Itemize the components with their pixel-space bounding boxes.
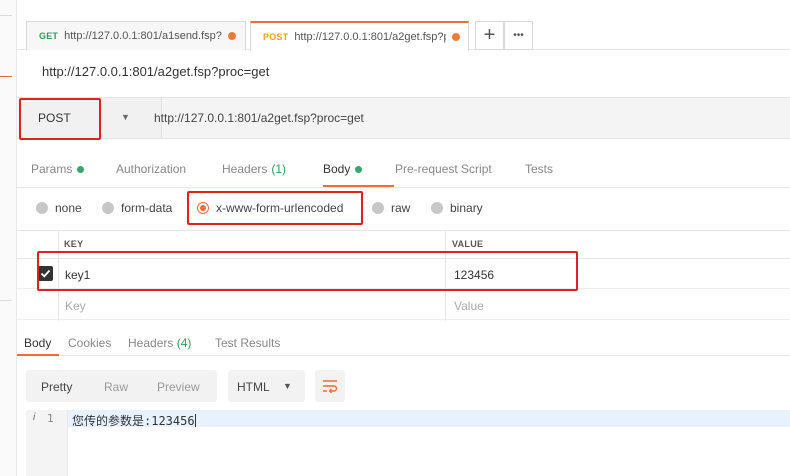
editor-gutter: i 1 — [26, 410, 68, 476]
radio-none-label: none — [55, 201, 82, 215]
method-label: POST — [38, 111, 71, 125]
response-tab-test-results[interactable]: Test Results — [215, 336, 280, 350]
key-input[interactable]: Key — [65, 299, 86, 313]
radio-form-data[interactable]: form-data — [102, 201, 172, 215]
tab-body-label: Body — [323, 162, 351, 176]
radio-none[interactable]: none — [36, 201, 82, 215]
tab-headers[interactable]: Headers (1) — [222, 162, 286, 176]
sidebar-divider — [0, 15, 12, 16]
value-input[interactable]: Value — [454, 299, 484, 313]
row-key[interactable]: key1 — [65, 268, 90, 282]
value-column-header: VALUE — [452, 239, 484, 249]
response-headers-count: (4) — [176, 336, 192, 350]
new-tab-button[interactable]: + — [475, 21, 504, 50]
code-line: 您传的参数是:123456 — [72, 412, 196, 429]
radio-icon — [36, 202, 48, 214]
request-title: http://127.0.0.1:801/a2get.fsp?proc=get — [42, 64, 270, 79]
request-sub-tabs: Params Authorization Headers (1) Body Pr… — [17, 152, 790, 188]
radio-selected-icon — [197, 202, 209, 214]
response-text: 您传的参数是:123456 — [72, 414, 195, 428]
tab-method: POST — [263, 32, 289, 42]
method-select[interactable]: POST ▼ — [23, 98, 162, 138]
format-select[interactable]: HTML ▼ — [228, 370, 305, 402]
tab-params-label: Params — [31, 162, 73, 176]
tab-authorization[interactable]: Authorization — [116, 162, 186, 176]
tab-tests-label: Tests — [525, 162, 554, 176]
tab-tests[interactable]: Tests — [525, 162, 553, 176]
format-label: HTML — [237, 380, 270, 394]
tab-body[interactable]: Body — [323, 162, 363, 176]
line-number: 1 — [47, 412, 54, 425]
row-checkbox[interactable] — [38, 266, 53, 281]
headers-count: (1) — [271, 162, 287, 176]
sidebar-strip — [0, 0, 17, 476]
response-editor[interactable]: i 1 您传的参数是:123456 — [26, 410, 790, 476]
info-icon: i — [33, 412, 36, 423]
chevron-down-icon: ▼ — [121, 112, 130, 122]
tab-method: GET — [39, 31, 59, 41]
unsaved-dot-icon — [227, 32, 236, 40]
tab-url: http://127.0.0.1:801/a2get.fsp?p — [294, 31, 446, 43]
more-tabs-button[interactable]: ••• — [504, 21, 533, 50]
url-input[interactable]: http://127.0.0.1:801/a2get.fsp?proc=get — [154, 111, 364, 125]
chevron-down-icon: ▼ — [283, 381, 292, 391]
response-tabs: Body Cookies Headers (4) Test Results — [17, 330, 790, 356]
request-tab-post[interactable]: POST http://127.0.0.1:801/a2get.fsp?p — [250, 21, 469, 51]
check-icon — [40, 269, 51, 278]
table-row-new: Key Value — [17, 290, 790, 320]
text-cursor — [194, 414, 196, 427]
radio-urlencoded[interactable]: x-www-form-urlencoded — [197, 201, 343, 215]
row-value[interactable]: 123456 — [454, 268, 494, 282]
tab-headers-label: Headers — [222, 162, 268, 176]
url-bar: POST ▼ http://127.0.0.1:801/a2get.fsp?pr… — [17, 97, 790, 139]
plus-icon: + — [483, 24, 496, 46]
view-mode-group: Pretty Raw Preview — [26, 370, 217, 402]
active-dot-icon — [355, 165, 363, 173]
table-row: key1 123456 — [17, 259, 790, 289]
radio-urlencoded-label: x-www-form-urlencoded — [216, 201, 344, 215]
column-divider — [445, 231, 446, 321]
radio-form-data-label: form-data — [121, 201, 173, 215]
radio-binary[interactable]: binary — [431, 201, 483, 215]
radio-icon — [102, 202, 114, 214]
tab-url: http://127.0.0.1:801/a1send.fsp? — [64, 30, 222, 42]
wrap-icon — [323, 380, 338, 393]
radio-icon — [431, 202, 443, 214]
tab-prerequest-label: Pre-request Script — [395, 162, 492, 176]
column-divider — [58, 231, 59, 321]
tab-prerequest-script[interactable]: Pre-request Script — [395, 162, 492, 176]
radio-icon — [372, 202, 384, 214]
unsaved-dot-icon — [452, 33, 460, 41]
response-tab-body[interactable]: Body — [24, 336, 51, 350]
response-tab-headers[interactable]: Headers (4) — [128, 336, 191, 350]
active-dot-icon — [77, 165, 85, 173]
table-header: KEY VALUE — [17, 231, 790, 259]
response-headers-label: Headers — [128, 336, 174, 350]
response-tab-cookies[interactable]: Cookies — [68, 336, 111, 350]
raw-button[interactable]: Raw — [104, 380, 128, 394]
more-icon: ••• — [513, 30, 524, 41]
tab-authorization-label: Authorization — [116, 162, 187, 176]
body-type-selector: none form-data x-www-form-urlencoded raw… — [17, 196, 790, 222]
preview-button[interactable]: Preview — [157, 380, 200, 394]
radio-raw-label: raw — [391, 201, 411, 215]
radio-binary-label: binary — [450, 201, 483, 215]
params-table: KEY VALUE key1 123456 Key Value — [17, 230, 790, 321]
sidebar-accent-mark — [0, 76, 12, 77]
pretty-button[interactable]: Pretty — [41, 380, 72, 394]
wrap-lines-button[interactable] — [315, 370, 345, 402]
tab-params[interactable]: Params — [31, 162, 85, 176]
sidebar-divider — [0, 300, 12, 301]
request-tabs-bar: GET http://127.0.0.1:801/a1send.fsp? POS… — [17, 0, 790, 51]
key-column-header: KEY — [64, 239, 84, 249]
active-tab-indicator — [17, 354, 59, 356]
request-tab-get[interactable]: GET http://127.0.0.1:801/a1send.fsp? — [26, 21, 246, 50]
radio-raw[interactable]: raw — [372, 201, 410, 215]
active-tab-indicator — [323, 185, 394, 187]
